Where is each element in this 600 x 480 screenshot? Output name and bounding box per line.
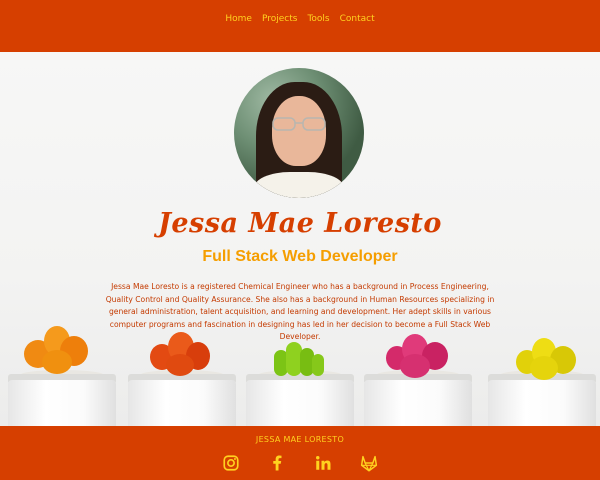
nav-contact-link[interactable]: Contact xyxy=(340,14,375,24)
nav-home-link[interactable]: Home xyxy=(225,14,252,24)
gitlab-icon[interactable] xyxy=(357,452,381,474)
glasses-graphic xyxy=(272,117,326,131)
main-nav: Home Projects Tools Contact xyxy=(225,14,374,24)
instagram-icon[interactable] xyxy=(219,452,243,474)
profile-photo xyxy=(234,68,364,198)
facebook-icon[interactable] xyxy=(265,452,289,474)
nav-tools-link[interactable]: Tools xyxy=(307,14,329,24)
site-header: Home Projects Tools Contact xyxy=(0,0,600,52)
nav-projects-link[interactable]: Projects xyxy=(262,14,297,24)
profile-name: Jessa Mae Loresto xyxy=(158,208,442,239)
linkedin-icon[interactable] xyxy=(311,452,335,474)
profile-bio: Jessa Mae Loresto is a registered Chemic… xyxy=(105,282,495,342)
footer-title: JESSA MAE LORESTO xyxy=(255,435,345,444)
profile-role: Full Stack Web Developer xyxy=(202,248,398,265)
social-links xyxy=(0,452,600,474)
hero-section: Jessa Mae Loresto Full Stack Web Develop… xyxy=(0,52,600,426)
site-footer: JESSA MAE LORESTO xyxy=(0,426,600,480)
